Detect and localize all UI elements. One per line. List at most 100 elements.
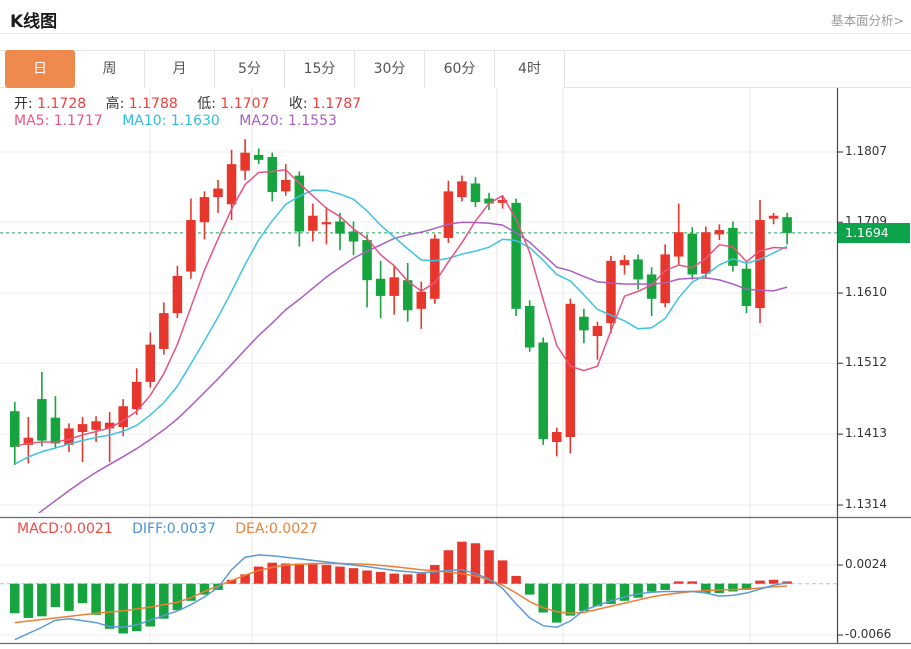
macd-bar — [430, 565, 440, 584]
macd-legend: MACD:0.0021 DIFF:0.0037 DEA:0.0027 — [17, 521, 333, 537]
macd-bar — [10, 584, 20, 614]
macd-bar — [688, 581, 698, 583]
candle-up — [593, 322, 603, 360]
ma-legend: MA5: 1.1717 MA10: 1.1630 MA20: 1.1553 — [14, 113, 352, 129]
candle-body — [362, 240, 372, 280]
macd-bar — [579, 584, 589, 611]
diff-value: DIFF:0.0037 — [132, 521, 216, 537]
candle-down — [335, 213, 345, 250]
candle-down — [525, 300, 535, 352]
candle-body — [78, 424, 88, 432]
kline-page: K线图 基本面分析> 日周月5分15分30分60分4时 开: 1.1728 高:… — [0, 0, 911, 649]
macd-bar — [159, 584, 169, 619]
macd-axis-label: -0.0066 — [845, 627, 905, 641]
candle-body — [566, 304, 576, 437]
candle-down — [688, 227, 698, 279]
macd-value: MACD:0.0021 — [17, 521, 113, 537]
candle-body — [715, 230, 725, 234]
macd-bar — [78, 584, 88, 603]
candle-down — [647, 267, 657, 316]
candle-body — [240, 153, 250, 171]
macd-bar — [403, 574, 413, 583]
candle-body — [132, 382, 142, 409]
candle-up — [430, 234, 440, 303]
candle-body — [769, 216, 779, 219]
ma10-line — [15, 190, 787, 464]
macd-bar — [755, 581, 765, 584]
candle-body — [430, 239, 440, 299]
candle-body — [322, 222, 332, 224]
macd-bar — [281, 563, 291, 583]
candles — [10, 139, 792, 465]
macd-bar — [769, 580, 779, 584]
ma5-value: MA5: 1.1717 — [14, 113, 103, 129]
candle-body — [593, 326, 603, 336]
candle-down — [403, 263, 413, 322]
macd-bar — [593, 584, 603, 607]
macd-bar — [389, 574, 399, 584]
macd-bar — [566, 584, 576, 616]
candle-body — [10, 411, 20, 447]
candle-down — [10, 402, 20, 465]
candle-body — [349, 231, 359, 241]
candle-body — [403, 280, 413, 310]
ma20-value: MA20: 1.1553 — [239, 113, 337, 129]
candle-up — [281, 164, 291, 196]
macd-bar — [335, 567, 345, 584]
ma10-value: MA10: 1.1630 — [122, 113, 220, 129]
price-axis-label: 1.1610 — [845, 285, 905, 299]
candle-body — [389, 277, 399, 296]
macd-bar — [308, 564, 318, 583]
candle-body — [471, 184, 481, 203]
macd-bar — [444, 550, 454, 583]
macd-bar — [37, 584, 47, 617]
grid-lines — [0, 88, 837, 643]
candle-down — [51, 396, 61, 448]
candle-body — [267, 157, 277, 192]
macd-bar — [715, 584, 725, 593]
candle-body — [660, 254, 670, 303]
candle-body — [417, 292, 427, 309]
macd-pane — [0, 542, 837, 640]
candle-body — [91, 421, 101, 430]
low-value: 低: 1.1707 — [197, 96, 269, 112]
candle-up — [173, 266, 183, 318]
macd-bar — [51, 584, 61, 607]
candle-up — [240, 139, 250, 180]
candle-body — [159, 313, 169, 349]
macd-bar — [91, 584, 101, 615]
dea-line — [15, 563, 787, 622]
candle-body — [457, 181, 467, 197]
macd-bar — [267, 563, 277, 584]
candle-body — [579, 317, 589, 331]
candle-up — [200, 191, 210, 239]
candle-body — [701, 232, 711, 274]
candle-up — [159, 302, 169, 354]
candle-body — [200, 197, 210, 222]
candle-up — [457, 176, 467, 202]
candle-down — [254, 148, 263, 164]
macd-bar — [362, 570, 372, 583]
candle-down — [471, 177, 481, 207]
candle-up — [620, 255, 630, 274]
open-value: 开: 1.1728 — [14, 96, 86, 112]
price-axis-label: 1.1314 — [845, 497, 905, 511]
candle-up — [566, 299, 576, 454]
candle-body — [308, 216, 318, 231]
macd-bar — [660, 584, 670, 590]
candle-body — [118, 406, 128, 427]
candle-body — [335, 221, 345, 233]
candle-down — [362, 234, 372, 307]
candle-body — [444, 191, 454, 238]
current-price-badge: 1.1694 — [838, 223, 910, 243]
close-value: 收: 1.1787 — [289, 96, 361, 112]
candle-body — [552, 432, 562, 442]
dea-value: DEA:0.0027 — [235, 521, 318, 537]
macd-bar — [349, 568, 359, 584]
candle-body — [376, 279, 386, 296]
high-value: 高: 1.1788 — [106, 96, 178, 112]
candle-up — [444, 181, 454, 243]
macd-bar — [322, 565, 332, 584]
candle-body — [525, 306, 535, 348]
ohlc-legend: 开: 1.1728 高: 1.1788 低: 1.1707 收: 1.1787 — [14, 93, 376, 113]
